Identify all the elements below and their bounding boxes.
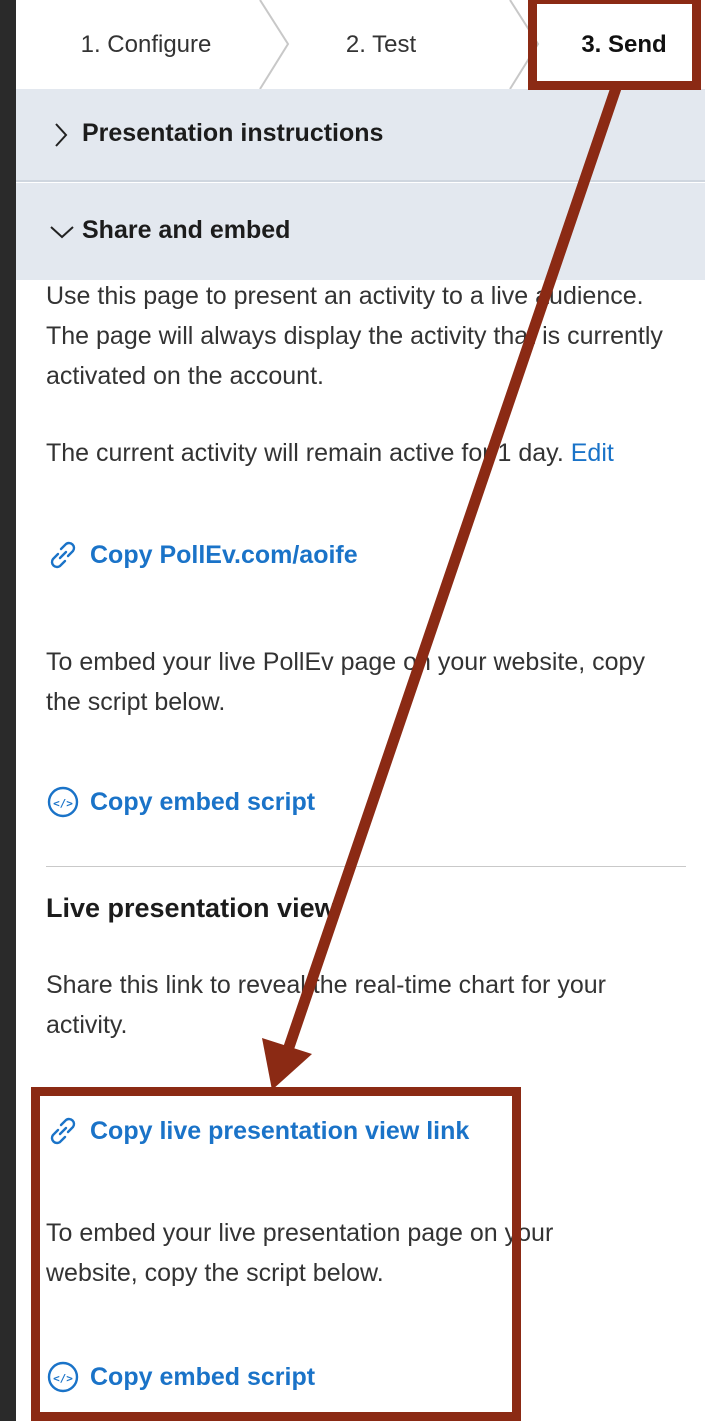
chevron-down-icon	[50, 226, 74, 239]
active-duration-label: The current activity will remain active …	[46, 439, 564, 467]
svg-text:</>: </>	[53, 1372, 73, 1385]
copy-live-embed-script-button[interactable]: </> Copy embed script	[46, 1360, 315, 1394]
code-embed-icon: </>	[47, 1361, 79, 1393]
step-separator-icon	[259, 0, 290, 89]
accordion-title: Share and embed	[82, 216, 291, 244]
code-embed-icon: </>	[47, 786, 79, 818]
copy-embed-script-label: Copy embed script	[90, 787, 316, 816]
section-divider	[46, 866, 686, 867]
step-send[interactable]: 3. Send	[544, 0, 704, 89]
copy-live-embed-script-label: Copy embed script	[90, 1362, 316, 1391]
share-intro-text: Use this page to present an activity to …	[46, 282, 663, 390]
chevron-right-icon	[55, 123, 68, 147]
step-configure[interactable]: 1. Configure	[46, 0, 246, 89]
copy-embed-script-button[interactable]: </> Copy embed script	[46, 785, 315, 819]
step-test[interactable]: 2. Test	[296, 0, 466, 89]
accordion-share-and-embed[interactable]: Share and embed	[16, 183, 705, 280]
copy-pollev-link-button[interactable]: Copy PollEv.com/aoife	[46, 538, 358, 572]
link-icon	[50, 541, 76, 569]
copy-live-presentation-link-label: Copy live presentation view link	[90, 1116, 470, 1145]
embed-instructions-text: To embed your live PollEv page on your w…	[46, 648, 645, 716]
send-panel: 1. Configure 2. Test 3. Send Presentatio…	[16, 0, 705, 1421]
accordion-presentation-instructions[interactable]: Presentation instructions	[16, 89, 705, 182]
live-presentation-description: Share this link to reveal the real-time …	[46, 971, 606, 1039]
active-duration-text: The current activity will remain active …	[46, 433, 686, 473]
edit-link[interactable]: Edit	[571, 439, 614, 467]
live-presentation-heading: Live presentation view	[46, 893, 336, 923]
live-embed-instructions-text: To embed your live presentation page on …	[46, 1219, 554, 1287]
link-icon	[50, 1117, 76, 1145]
copy-live-presentation-link-button[interactable]: Copy live presentation view link	[46, 1114, 469, 1148]
stepper: 1. Configure 2. Test 3. Send	[16, 0, 705, 89]
copy-pollev-link-label: Copy PollEv.com/aoife	[90, 540, 358, 569]
svg-text:</>: </>	[53, 797, 73, 810]
accordion-title: Presentation instructions	[82, 119, 384, 147]
step-separator-icon	[509, 0, 540, 89]
